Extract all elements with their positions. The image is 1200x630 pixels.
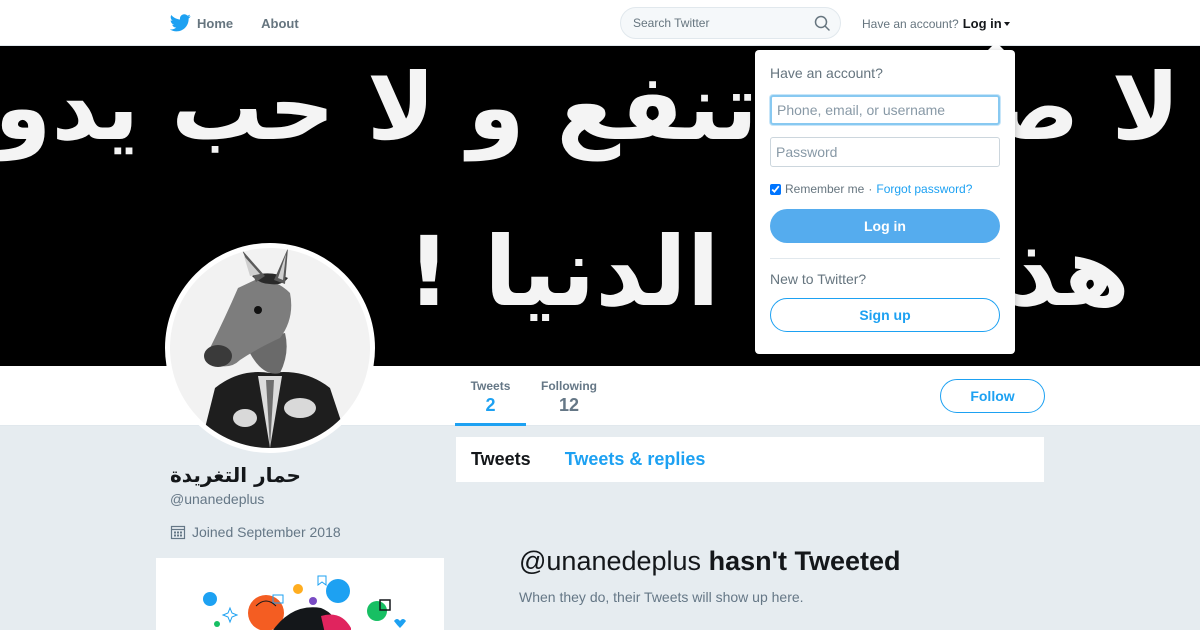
top-nav: Home About Have an account? Log in: [0, 0, 1200, 46]
nav-about[interactable]: About: [261, 16, 299, 31]
login-link-label: Log in: [962, 16, 1002, 31]
confetti-illustration: [203, 575, 406, 630]
timeline-tabs: Tweets Tweets & replies: [456, 437, 1044, 482]
username-field[interactable]: [770, 95, 1000, 125]
login-dropdown: Have an account? Remember me · Forgot pa…: [755, 50, 1015, 354]
search-box: [620, 7, 841, 39]
separator-dot: ·: [868, 182, 873, 196]
nav-home[interactable]: Home: [170, 14, 233, 32]
follow-button[interactable]: Follow: [940, 379, 1045, 413]
stat-tweets-label: Tweets: [470, 379, 511, 393]
joined-text: Joined September 2018: [192, 524, 341, 540]
remember-me-checkbox[interactable]: [770, 183, 781, 195]
search-input[interactable]: [621, 8, 801, 38]
forgot-password-link[interactable]: Forgot password?: [876, 182, 972, 196]
login-dropdown-toggle[interactable]: Log in: [963, 16, 1010, 31]
calendar-icon: [170, 525, 186, 540]
remember-me-label[interactable]: Remember me: [785, 182, 864, 196]
twitter-bird-icon: [170, 14, 191, 32]
tab-tweets[interactable]: Tweets: [471, 449, 531, 470]
empty-state-title: @unanedeplus hasn't Tweeted: [519, 546, 901, 577]
login-button[interactable]: Log in: [770, 209, 1000, 243]
login-dropdown-title: Have an account?: [770, 65, 883, 81]
dropdown-divider: [770, 258, 1000, 259]
chevron-down-icon: [1003, 22, 1010, 26]
stat-following[interactable]: Following 12: [526, 366, 612, 426]
profile-name: حمار التغريدة: [170, 463, 301, 487]
new-to-twitter-text: New to Twitter?: [770, 271, 867, 287]
nav-left: Home About: [170, 0, 299, 46]
signup-button[interactable]: Sign up: [770, 298, 1000, 332]
nav-about-label: About: [261, 15, 299, 31]
profile-handle[interactable]: @unanedeplus: [170, 491, 264, 507]
search-icon[interactable]: [814, 15, 830, 31]
illustration-card: [156, 558, 444, 630]
remember-row: Remember me · Forgot password?: [770, 182, 1000, 196]
avatar[interactable]: [165, 243, 375, 453]
stat-following-label: Following: [541, 379, 597, 393]
joined-date: Joined September 2018: [170, 524, 341, 540]
password-field[interactable]: [770, 137, 1000, 167]
nav-home-label: Home: [197, 15, 234, 31]
stat-tweets[interactable]: Tweets 2: [455, 366, 526, 426]
stat-following-value: 12: [558, 395, 580, 415]
empty-state-subtitle: When they do, their Tweets will show up …: [519, 589, 804, 605]
stat-tweets-value: 2: [485, 395, 496, 415]
empty-state-handle: @unanedeplus: [519, 546, 702, 576]
empty-state-message: hasn't Tweeted: [708, 546, 901, 576]
tab-tweets-replies[interactable]: Tweets & replies: [565, 449, 706, 470]
donkey-avatar-image: [170, 248, 370, 448]
account-prompt-text: Have an account?: [862, 16, 959, 31]
account-prompt: Have an account? Log in: [862, 16, 1010, 31]
